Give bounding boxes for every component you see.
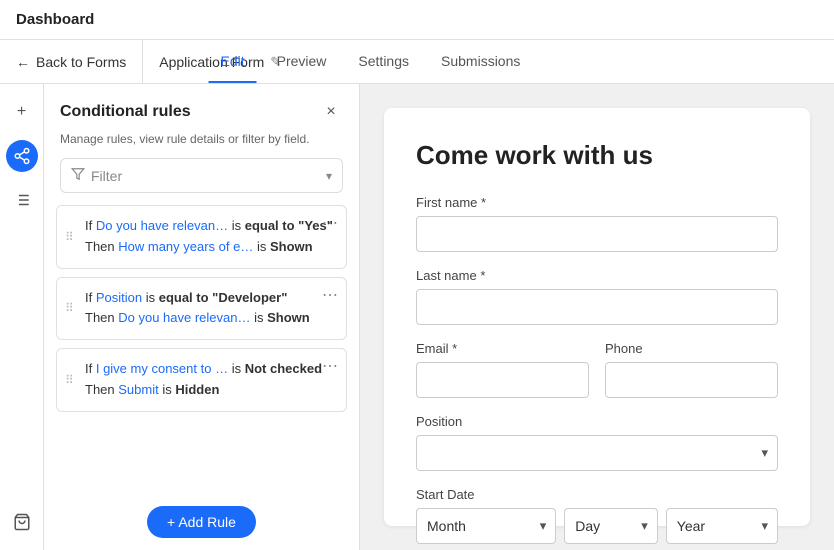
cart-icon[interactable] (6, 506, 38, 538)
rules-filter-dropdown[interactable]: Filter ▾ (60, 158, 343, 193)
back-arrow-icon: ← (16, 54, 30, 70)
tab-submissions[interactable]: Submissions (429, 40, 532, 83)
rules-close-button[interactable]: × (319, 100, 343, 124)
rule-if-line: If I give my consent to … is Not checked (85, 359, 336, 380)
tab-preview[interactable]: Preview (265, 40, 339, 83)
phone-label: Phone (605, 341, 778, 356)
rule-menu-icon[interactable]: ⋯ (322, 288, 338, 304)
rules-list: ⠿ ⋯ If Do you have relevan… is equal to … (44, 205, 359, 494)
nav-tabs: Edit Preview Settings Submissions (209, 40, 626, 83)
rule-card: ⠿ ⋯ If Position is equal to "Developer" … (56, 277, 347, 341)
rules-subtitle: Manage rules, view rule details or filte… (44, 132, 359, 158)
first-name-label: First name * (416, 195, 778, 210)
header-title: Dashboard (16, 11, 94, 28)
rule-if-line: If Position is equal to "Developer" (85, 288, 336, 309)
rules-title: Conditional rules (60, 103, 191, 121)
drag-handle-icon: ⠿ (65, 374, 74, 386)
email-label: Email * (416, 341, 589, 356)
year-select[interactable]: Year (666, 508, 778, 544)
tab-edit[interactable]: Edit (209, 40, 257, 83)
filter-label: Filter (91, 168, 320, 184)
year-select-wrapper: Year ▾ (666, 508, 778, 544)
drag-handle-icon: ⠿ (65, 302, 74, 314)
last-name-label: Last name * (416, 268, 778, 283)
back-to-forms-link[interactable]: ← Back to Forms (16, 40, 143, 83)
phone-group: Phone (605, 341, 778, 398)
rule-if-field[interactable]: Position (96, 290, 142, 305)
rule-then-line: Then Do you have relevan… is Shown (85, 308, 336, 329)
rules-panel-header: Conditional rules × (44, 84, 359, 132)
rule-if-field[interactable]: I give my consent to … (96, 361, 228, 376)
back-label: Back to Forms (36, 54, 126, 70)
add-rule-button[interactable]: + Add Rule (147, 506, 256, 538)
month-select-wrapper: Month ▾ (416, 508, 556, 544)
month-select[interactable]: Month (416, 508, 556, 544)
position-group: Position Developer Designer ▾ (416, 414, 778, 471)
tab-settings[interactable]: Settings (346, 40, 421, 83)
rule-then-line: Then Submit is Hidden (85, 380, 336, 401)
position-select-wrapper: Developer Designer ▾ (416, 435, 778, 471)
position-select[interactable]: Developer Designer (416, 435, 778, 471)
date-row: Month ▾ Day ▾ Year ▾ (416, 508, 778, 544)
left-sidebar: + (0, 84, 44, 550)
start-date-group: Start Date Month ▾ Day ▾ (416, 487, 778, 544)
start-date-label: Start Date (416, 487, 778, 502)
rule-card: ⠿ ⋯ If I give my consent to … is Not che… (56, 348, 347, 412)
rule-then-field[interactable]: Submit (118, 382, 158, 397)
plus-icon[interactable]: + (6, 96, 38, 128)
form-preview-area: Come work with us First name * Last name… (360, 84, 834, 550)
rule-if-field[interactable]: Do you have relevan… (96, 218, 228, 233)
rule-then-field[interactable]: Do you have relevan… (118, 310, 250, 325)
form-card: Come work with us First name * Last name… (384, 108, 810, 526)
rule-then-field[interactable]: How many years of e… (118, 239, 253, 254)
rule-then-line: Then How many years of e… is Shown (85, 237, 336, 258)
rule-menu-icon[interactable]: ⋯ (322, 216, 338, 232)
position-label: Position (416, 414, 778, 429)
rule-card: ⠿ ⋯ If Do you have relevan… is equal to … (56, 205, 347, 269)
email-group: Email * (416, 341, 589, 398)
email-phone-row: Email * Phone (416, 341, 778, 398)
last-name-group: Last name * (416, 268, 778, 325)
form-heading: Come work with us (416, 140, 778, 171)
day-select-wrapper: Day ▾ (564, 508, 658, 544)
rule-menu-icon[interactable]: ⋯ (322, 359, 338, 375)
list-icon[interactable] (6, 184, 38, 216)
phone-input[interactable] (605, 362, 778, 398)
first-name-input[interactable] (416, 216, 778, 252)
nav-bar: ← Back to Forms Application Form ✎ Edit … (0, 40, 834, 84)
main-layout: + (0, 84, 834, 550)
drag-handle-icon: ⠿ (65, 231, 74, 243)
first-name-group: First name * (416, 195, 778, 252)
rules-panel: Conditional rules × Manage rules, view r… (44, 84, 360, 550)
last-name-input[interactable] (416, 289, 778, 325)
email-input[interactable] (416, 362, 589, 398)
day-select[interactable]: Day (564, 508, 658, 544)
filter-icon (71, 167, 85, 184)
filter-chevron-icon: ▾ (326, 169, 332, 183)
rule-if-line: If Do you have relevan… is equal to "Yes… (85, 216, 336, 237)
header: Dashboard (0, 0, 834, 40)
share-icon[interactable] (6, 140, 38, 172)
